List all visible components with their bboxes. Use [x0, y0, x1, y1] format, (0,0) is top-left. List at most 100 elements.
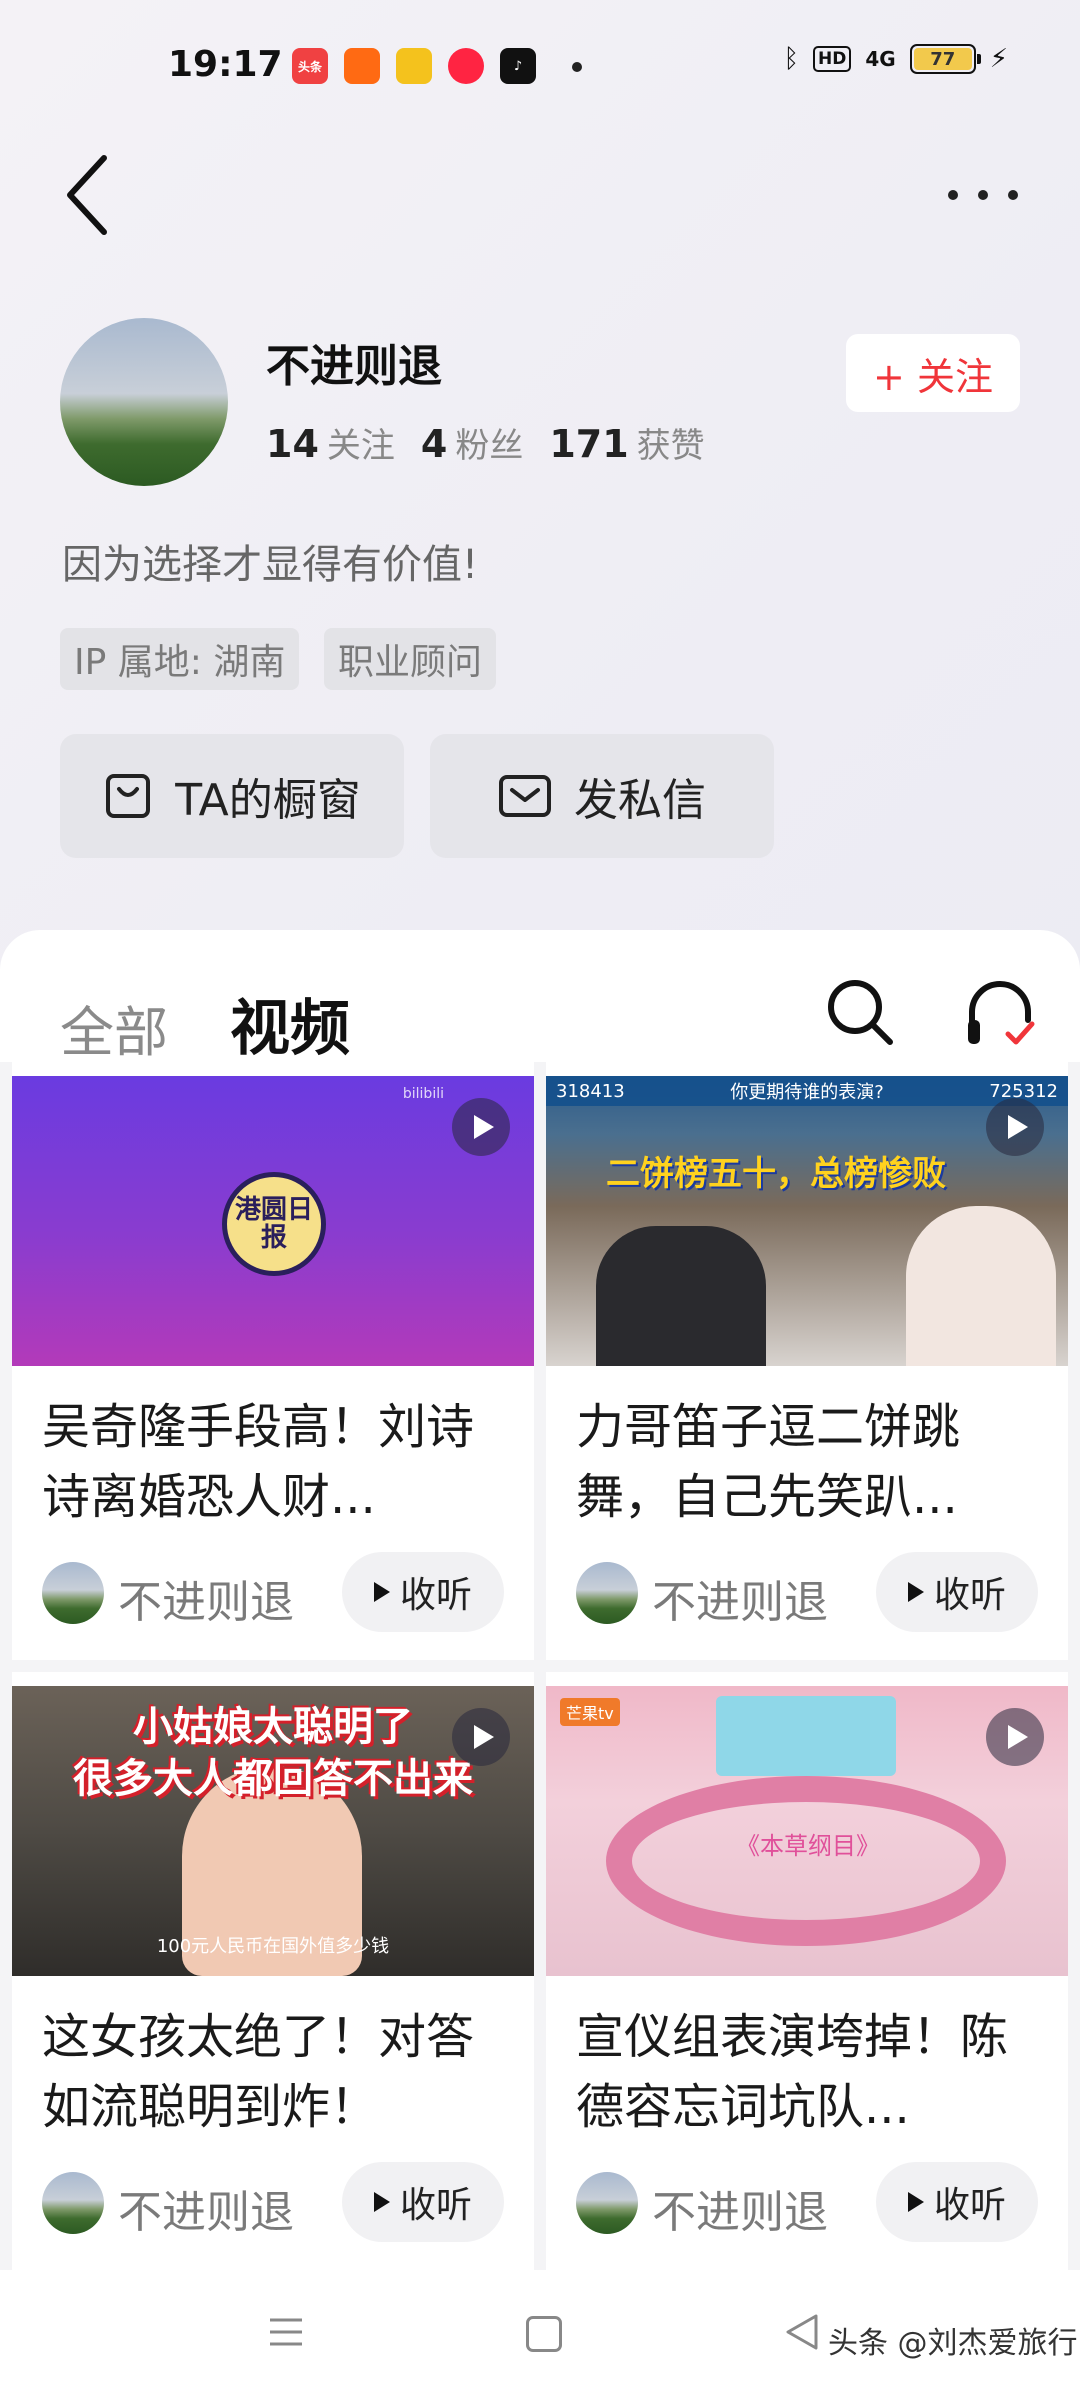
profile-name: 不进则退: [266, 341, 442, 392]
score-question: 你更期待谁的表演?: [730, 1082, 884, 1103]
hd-badge: HD: [813, 46, 852, 72]
author-avatar: [576, 2172, 638, 2234]
video-card[interactable]: 芒果tv 《本草纲目》 宣仪组表演垮掉！陈德容忘词坑队... 不进则退 收听: [546, 1672, 1068, 2270]
recent-apps-button[interactable]: [268, 2314, 304, 2350]
video-card[interactable]: 小姑娘太聪明了 很多大人都回答不出来 100元人民币在国外值多少钱 这女孩太绝了…: [12, 1672, 534, 2270]
play-triangle-icon: [373, 2192, 390, 2212]
toutiao-app-icon: 头条: [292, 48, 328, 84]
likes-count: 171: [549, 422, 629, 466]
author-avatar: [576, 1562, 638, 1624]
menu-icon: [270, 2318, 302, 2346]
likes-stat: 171 获赞: [549, 418, 704, 467]
listen-button[interactable]: 收听: [342, 2162, 504, 2242]
thumbnail-person: [596, 1226, 766, 1366]
message-label: 发私信: [574, 775, 706, 826]
play-icon: [986, 1098, 1044, 1156]
listen-label: 收听: [399, 1575, 472, 1616]
listen-button[interactable]: 收听: [876, 2162, 1038, 2242]
author-avatar: [42, 1562, 104, 1624]
back-triangle-icon: [786, 2314, 818, 2350]
tab-video[interactable]: 视频: [230, 980, 350, 1067]
system-back-button[interactable]: [782, 2312, 822, 2352]
play-triangle-icon: [907, 1582, 924, 1602]
listen-label: 收听: [399, 2185, 472, 2226]
play-triangle-icon: [373, 1582, 390, 1602]
following-stat[interactable]: 14 关注: [266, 418, 395, 467]
kuaishou-app-icon: [344, 48, 380, 84]
listen-button[interactable]: 收听: [342, 1552, 504, 1632]
video-card[interactable]: bilibili 港圆日报 吴奇隆手段高！刘诗诗离婚恐人财... 不进则退 收听: [12, 1062, 534, 1660]
thumbnail-logo: 芒果tv: [560, 1698, 620, 1726]
thumbnail-person: [906, 1206, 1056, 1366]
profile-avatar[interactable]: [60, 318, 228, 486]
showcase-button[interactable]: TA的橱窗: [60, 734, 404, 858]
thumbnail-logo: 港圆日报: [222, 1172, 326, 1276]
author-name: 不进则退: [118, 1577, 294, 1628]
red-play-app-icon: [448, 48, 484, 84]
follow-button[interactable]: + 关注: [846, 334, 1020, 412]
followers-stat[interactable]: 4 粉丝: [421, 418, 523, 467]
back-button[interactable]: [60, 150, 120, 240]
score-left: 318413: [556, 1080, 625, 1102]
ip-location-tag: IP 属地: 湖南: [60, 628, 300, 690]
occupation-tag: 职业顾问: [324, 628, 497, 690]
thumbnail-screen: [716, 1696, 896, 1776]
author-name: 不进则退: [118, 2187, 294, 2238]
showcase-label: TA的橱窗: [175, 775, 361, 826]
profile-stats: 14 关注 4 粉丝 171 获赞: [266, 418, 705, 467]
more-options-button[interactable]: [938, 170, 1028, 220]
video-title[interactable]: 宣仪组表演垮掉！陈德容忘词坑队...: [576, 2002, 1046, 2142]
video-title[interactable]: 力哥笛子逗二饼跳舞，自己先笑趴...: [576, 1392, 1046, 1532]
video-thumbnail[interactable]: 芒果tv 《本草纲目》: [546, 1686, 1068, 1976]
thumbnail-watermark: bilibili: [402, 1086, 444, 1102]
tab-all[interactable]: 全部: [60, 988, 168, 1067]
thumbnail-banner: 二饼榜五十，总榜惨败: [606, 1154, 946, 1194]
author-name: 不进则退: [652, 1577, 828, 1628]
message-button[interactable]: 发私信: [430, 734, 774, 858]
listen-label: 收听: [933, 1575, 1006, 1616]
yellow-app-icon: [396, 48, 432, 84]
author-avatar: [42, 2172, 104, 2234]
search-button[interactable]: [824, 976, 896, 1048]
shopping-bag-icon: [106, 774, 151, 818]
battery-level: 77: [913, 48, 972, 70]
thumbnail-show-title: 《本草纲目》: [736, 1832, 880, 1860]
listen-button[interactable]: 收听: [876, 1552, 1038, 1632]
watermark: 头条 @刘杰爱旅行: [828, 2326, 1078, 2361]
listen-label: 收听: [933, 2185, 1006, 2226]
more-dot-icon: [978, 190, 988, 200]
charging-icon: ⚡: [989, 44, 1008, 74]
notification-dot-icon: [572, 62, 582, 72]
thumbnail-subtitle: 100元人民币在国外值多少钱: [156, 1936, 390, 1957]
search-icon: [828, 980, 893, 1045]
more-dot-icon: [948, 190, 958, 200]
status-right: ᛒ HD 4G 77 ⚡: [783, 44, 1008, 74]
play-triangle-icon: [907, 2192, 924, 2212]
listen-mode-button[interactable]: [962, 976, 1038, 1052]
video-card[interactable]: 318413 你更期待谁的表演? 725312 二饼榜五十，总榜惨败 力哥笛子逗…: [546, 1062, 1068, 1660]
followers-label: 粉丝: [455, 426, 524, 466]
following-count: 14: [266, 422, 319, 466]
back-arrow-icon: [67, 155, 107, 235]
battery-icon: 77: [909, 44, 981, 74]
followers-count: 4: [420, 422, 448, 466]
likes-label: 获赞: [636, 426, 705, 466]
play-icon: [452, 1098, 510, 1156]
tiktok-app-icon: ♪: [500, 48, 536, 84]
video-title[interactable]: 吴奇隆手段高！刘诗诗离婚恐人财...: [42, 1392, 512, 1532]
home-button[interactable]: [526, 2316, 562, 2352]
play-icon: [452, 1708, 510, 1766]
profile-bio: 因为选择才显得有价值!: [62, 542, 479, 588]
headphones-icon: [968, 981, 1035, 1045]
video-thumbnail[interactable]: bilibili 港圆日报: [12, 1076, 534, 1366]
network-label: 4G: [865, 47, 896, 71]
author-name: 不进则退: [652, 2187, 828, 2238]
status-time: 19:17: [168, 44, 283, 85]
bluetooth-icon: ᛒ: [783, 44, 800, 74]
video-thumbnail[interactable]: 小姑娘太聪明了 很多大人都回答不出来 100元人民币在国外值多少钱: [12, 1686, 534, 1976]
video-thumbnail[interactable]: 318413 你更期待谁的表演? 725312 二饼榜五十，总榜惨败: [546, 1076, 1068, 1366]
thumbnail-scorebar: 318413 你更期待谁的表演? 725312: [546, 1076, 1068, 1106]
thumbnail-stage: [606, 1776, 1006, 1946]
following-label: 关注: [326, 426, 395, 466]
video-title[interactable]: 这女孩太绝了！对答如流聪明到炸！: [42, 2002, 512, 2142]
